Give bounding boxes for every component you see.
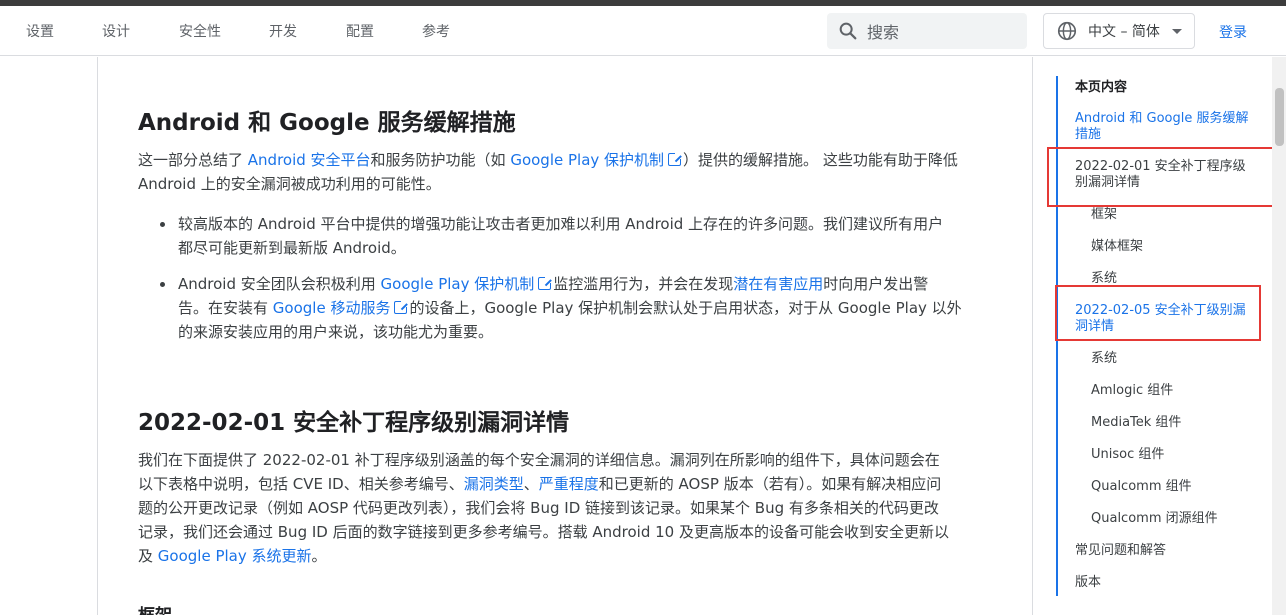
search-box[interactable]: 搜索 — [827, 13, 1027, 49]
nav-item-configure[interactable]: 配置 — [320, 21, 396, 41]
link-severity[interactable]: 严重程度 — [539, 475, 599, 493]
intro-text: Android 上的安全漏洞被成功利用的可能性。 — [138, 175, 441, 193]
toc-subitem-unisoc[interactable]: Unisoc 组件 — [1091, 447, 1266, 463]
chevron-down-icon — [1171, 28, 1182, 34]
subsection-title-framework: 框架 — [138, 601, 172, 615]
bullet-text: 告。在安装有 — [178, 299, 273, 317]
toc-subitem-mediatek[interactable]: MediaTek 组件 — [1091, 415, 1266, 431]
link-android-security-platform[interactable]: Android 安全平台 — [248, 151, 371, 169]
link-potentially-harmful-apps[interactable]: 潜在有害应用 — [733, 275, 823, 293]
nav-item-develop[interactable]: 开发 — [243, 21, 320, 41]
bullet-text: 较高版本的 Android 平台中提供的增强功能让攻击者更加难以利用 Andro… — [178, 215, 944, 233]
mitigations-intro: 这一部分总结了 Android 安全平台和服务防护功能（如 Google Pla… — [138, 148, 998, 196]
section-title-mitigations: Android 和 Google 服务缓解措施 — [138, 110, 516, 136]
toc-item-faq[interactable]: 常见问题和解答 — [1075, 543, 1250, 559]
search-placeholder: 搜索 — [867, 23, 900, 42]
scrollbar-thumb[interactable] — [1275, 88, 1284, 146]
toc-subitem-framework[interactable]: 框架 — [1091, 207, 1266, 223]
nav-item-setup[interactable]: 设置 — [0, 21, 76, 41]
toc-subitem-media-framework[interactable]: 媒体框架 — [1091, 239, 1266, 255]
intro-text: 和服务防护功能（如 — [370, 151, 511, 169]
external-link-icon — [394, 300, 409, 314]
section2-text: 。 — [311, 547, 327, 565]
highlight-box-2022-02-05 — [1055, 285, 1261, 341]
toc-item-mitigations[interactable]: Android 和 Google 服务缓解措施 — [1075, 111, 1250, 143]
section2-text: 及 — [138, 547, 158, 565]
highlight-box-2022-02-01 — [1047, 147, 1279, 207]
nav-item-design[interactable]: 设计 — [76, 21, 153, 41]
section2-text: 记录，我们还会通过 Bug ID 后面的数字链接到更多参考编号。搭载 Andro… — [138, 523, 949, 541]
language-selector[interactable]: 中文 – 简体 — [1043, 13, 1195, 49]
external-link-icon — [538, 276, 553, 290]
bullet-text: 的来源安装应用的用户来说，该功能尤为重要。 — [178, 323, 494, 341]
search-icon — [839, 22, 857, 40]
bullet-text: 的设备上，Google Play 保护机制会默认处于启用状态，对于从 Googl… — [409, 299, 962, 317]
top-navigation-bar: 设置 设计 安全性 开发 配置 参考 搜索 中文 – 简体 登录 — [0, 6, 1286, 56]
toc-heading: 本页内容 — [1075, 80, 1128, 95]
section2-text: 和已更新的 AOSP 版本（若有）。如果有解决相应问 — [598, 475, 942, 493]
toc-subitem-system-2[interactable]: 系统 — [1091, 351, 1266, 367]
bullet-text: 都尽可能更新到最新版 Android。 — [178, 239, 406, 257]
link-google-play-system-updates[interactable]: Google Play 系统更新 — [158, 547, 312, 565]
globe-icon — [1057, 21, 1077, 41]
toc-subitem-amlogic[interactable]: Amlogic 组件 — [1091, 383, 1266, 399]
intro-text: 这一部分总结了 — [138, 151, 248, 169]
link-google-mobile-services[interactable]: Google 移动服务 — [273, 299, 391, 317]
link-google-play-protect-2[interactable]: Google Play 保护机制 — [381, 275, 535, 293]
login-link[interactable]: 登录 — [1219, 22, 1247, 42]
main-nav: 设置 设计 安全性 开发 配置 参考 — [0, 6, 476, 56]
left-divider — [97, 57, 98, 615]
section-title-2022-02-01: 2022-02-01 安全补丁程序级别漏洞详情 — [138, 410, 570, 436]
bullet-text: 时向用户发出警 — [823, 275, 929, 293]
link-vulnerability-types[interactable]: 漏洞类型 — [464, 475, 524, 493]
bullet-text: Android 安全团队会积极利用 — [178, 275, 381, 293]
mitigations-list: 较高版本的 Android 平台中提供的增强功能让攻击者更加难以利用 Andro… — [138, 212, 998, 344]
list-item: 较高版本的 Android 平台中提供的增强功能让攻击者更加难以利用 Andro… — [138, 212, 998, 260]
nav-item-security[interactable]: 安全性 — [153, 21, 243, 41]
section2-intro: 我们在下面提供了 2022-02-01 补丁程序级别涵盖的每个安全漏洞的详细信息… — [138, 448, 998, 568]
bullet-text: 监控滥用行为，并会在发现 — [553, 275, 734, 293]
right-divider — [1032, 57, 1033, 615]
link-google-play-protect[interactable]: Google Play 保护机制 — [510, 151, 664, 169]
external-link-icon — [668, 152, 683, 166]
section2-text: 题的公开更改记录（例如 AOSP 代码更改列表），我们会将 Bug ID 链接到… — [138, 499, 939, 517]
language-label: 中文 – 简体 — [1088, 24, 1160, 40]
toc-subitem-qualcomm[interactable]: Qualcomm 组件 — [1091, 479, 1266, 495]
section2-text: 以下表格中说明，包括 CVE ID、相关参考编号、 — [138, 475, 464, 493]
section2-text: 、 — [523, 475, 539, 493]
intro-text: ）提供的缓解措施。 这些功能有助于降低 — [683, 151, 958, 169]
list-item: Android 安全团队会积极利用 Google Play 保护机制 监控滥用行为… — [138, 272, 998, 344]
section2-text: 我们在下面提供了 2022-02-01 补丁程序级别涵盖的每个安全漏洞的详细信息… — [138, 451, 940, 469]
toc-subitem-qualcomm-closed-source[interactable]: Qualcomm 闭源组件 — [1091, 511, 1266, 527]
toc-item-versions[interactable]: 版本 — [1075, 575, 1250, 591]
nav-item-reference[interactable]: 参考 — [396, 21, 476, 41]
